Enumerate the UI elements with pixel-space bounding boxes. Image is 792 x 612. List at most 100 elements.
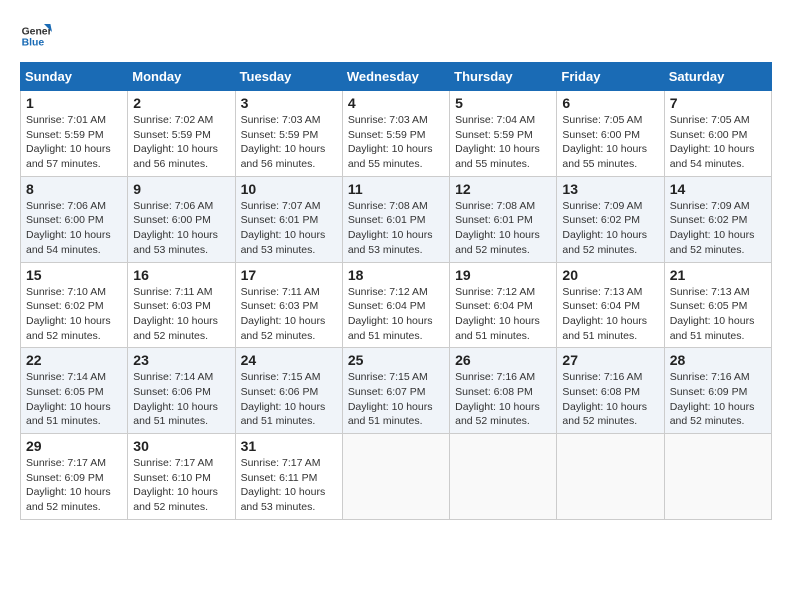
calendar-cell: 14Sunrise: 7:09 AM Sunset: 6:02 PM Dayli… (664, 176, 771, 262)
day-number: 6 (562, 95, 658, 111)
day-info: Sunrise: 7:12 AM Sunset: 6:04 PM Dayligh… (348, 285, 444, 344)
day-number: 12 (455, 181, 551, 197)
day-number: 16 (133, 267, 229, 283)
day-info: Sunrise: 7:05 AM Sunset: 6:00 PM Dayligh… (670, 113, 766, 172)
calendar-cell: 5 Sunrise: 7:04 AM Sunset: 5:59 PM Daylig… (450, 91, 557, 177)
day-number: 1 (26, 95, 122, 111)
weekday-header-saturday: Saturday (664, 63, 771, 91)
logo-icon: General Blue (20, 20, 52, 52)
day-number: 29 (26, 438, 122, 454)
day-number: 8 (26, 181, 122, 197)
calendar-cell: 11 Sunrise: 7:08 AM Sunset: 6:01 PM Dayli… (342, 176, 449, 262)
day-number: 19 (455, 267, 551, 283)
day-info: Sunrise: 7:06 AM Sunset: 6:00 PM Dayligh… (133, 199, 229, 258)
page-header: General Blue (20, 20, 772, 52)
calendar-cell: 1 Sunrise: 7:01 AM Sunset: 5:59 PM Daylig… (21, 91, 128, 177)
calendar-cell: 24Sunrise: 7:15 AM Sunset: 6:06 PM Dayli… (235, 348, 342, 434)
day-number: 10 (241, 181, 337, 197)
calendar-week-5: 29Sunrise: 7:17 AM Sunset: 6:09 PM Dayli… (21, 434, 772, 520)
day-number: 18 (348, 267, 444, 283)
day-number: 17 (241, 267, 337, 283)
calendar-cell (342, 434, 449, 520)
svg-text:Blue: Blue (22, 38, 45, 49)
day-info: Sunrise: 7:11 AM Sunset: 6:03 PM Dayligh… (241, 285, 337, 344)
calendar-cell (450, 434, 557, 520)
day-info: Sunrise: 7:08 AM Sunset: 6:01 PM Dayligh… (348, 199, 444, 258)
day-info: Sunrise: 7:15 AM Sunset: 6:07 PM Dayligh… (348, 370, 444, 429)
day-info: Sunrise: 7:12 AM Sunset: 6:04 PM Dayligh… (455, 285, 551, 344)
day-info: Sunrise: 7:11 AM Sunset: 6:03 PM Dayligh… (133, 285, 229, 344)
day-info: Sunrise: 7:04 AM Sunset: 5:59 PM Dayligh… (455, 113, 551, 172)
day-info: Sunrise: 7:16 AM Sunset: 6:09 PM Dayligh… (670, 370, 766, 429)
calendar-cell: 7 Sunrise: 7:05 AM Sunset: 6:00 PM Daylig… (664, 91, 771, 177)
calendar-cell: 13Sunrise: 7:09 AM Sunset: 6:02 PM Dayli… (557, 176, 664, 262)
day-number: 30 (133, 438, 229, 454)
day-info: Sunrise: 7:03 AM Sunset: 5:59 PM Dayligh… (241, 113, 337, 172)
calendar-week-3: 15Sunrise: 7:10 AM Sunset: 6:02 PM Dayli… (21, 262, 772, 348)
day-info: Sunrise: 7:07 AM Sunset: 6:01 PM Dayligh… (241, 199, 337, 258)
calendar-cell: 25 Sunrise: 7:15 AM Sunset: 6:07 PM Dayli… (342, 348, 449, 434)
day-info: Sunrise: 7:05 AM Sunset: 6:00 PM Dayligh… (562, 113, 658, 172)
day-info: Sunrise: 7:03 AM Sunset: 5:59 PM Dayligh… (348, 113, 444, 172)
calendar-cell: 3 Sunrise: 7:03 AM Sunset: 5:59 PM Daylig… (235, 91, 342, 177)
day-number: 25 (348, 352, 444, 368)
weekday-header-wednesday: Wednesday (342, 63, 449, 91)
day-number: 22 (26, 352, 122, 368)
day-info: Sunrise: 7:06 AM Sunset: 6:00 PM Dayligh… (26, 199, 122, 258)
day-number: 31 (241, 438, 337, 454)
day-info: Sunrise: 7:15 AM Sunset: 6:06 PM Dayligh… (241, 370, 337, 429)
day-info: Sunrise: 7:14 AM Sunset: 6:05 PM Dayligh… (26, 370, 122, 429)
day-number: 11 (348, 181, 444, 197)
calendar-cell: 30 Sunrise: 7:17 AM Sunset: 6:10 PM Dayli… (128, 434, 235, 520)
day-info: Sunrise: 7:01 AM Sunset: 5:59 PM Dayligh… (26, 113, 122, 172)
calendar-week-2: 8 Sunrise: 7:06 AM Sunset: 6:00 PM Daylig… (21, 176, 772, 262)
calendar-header: SundayMondayTuesdayWednesdayThursdayFrid… (21, 63, 772, 91)
calendar-cell: 21 Sunrise: 7:13 AM Sunset: 6:05 PM Dayli… (664, 262, 771, 348)
calendar-cell: 2Sunrise: 7:02 AM Sunset: 5:59 PM Daylig… (128, 91, 235, 177)
weekday-header-row: SundayMondayTuesdayWednesdayThursdayFrid… (21, 63, 772, 91)
day-info: Sunrise: 7:08 AM Sunset: 6:01 PM Dayligh… (455, 199, 551, 258)
calendar-cell: 16 Sunrise: 7:11 AM Sunset: 6:03 PM Dayli… (128, 262, 235, 348)
calendar-cell: 27Sunrise: 7:16 AM Sunset: 6:08 PM Dayli… (557, 348, 664, 434)
day-number: 3 (241, 95, 337, 111)
day-number: 2 (133, 95, 229, 111)
day-info: Sunrise: 7:13 AM Sunset: 6:05 PM Dayligh… (670, 285, 766, 344)
calendar-cell: 6 Sunrise: 7:05 AM Sunset: 6:00 PM Daylig… (557, 91, 664, 177)
day-number: 23 (133, 352, 229, 368)
calendar-cell: 31 Sunrise: 7:17 AM Sunset: 6:11 PM Dayli… (235, 434, 342, 520)
day-number: 20 (562, 267, 658, 283)
calendar-cell: 28 Sunrise: 7:16 AM Sunset: 6:09 PM Dayli… (664, 348, 771, 434)
weekday-header-friday: Friday (557, 63, 664, 91)
logo: General Blue (20, 20, 52, 52)
calendar-cell (557, 434, 664, 520)
day-number: 14 (670, 181, 766, 197)
weekday-header-thursday: Thursday (450, 63, 557, 91)
day-number: 4 (348, 95, 444, 111)
svg-text:General: General (22, 26, 52, 37)
calendar-cell: 9Sunrise: 7:06 AM Sunset: 6:00 PM Daylig… (128, 176, 235, 262)
calendar-body: 1 Sunrise: 7:01 AM Sunset: 5:59 PM Daylig… (21, 91, 772, 520)
calendar-cell: 22 Sunrise: 7:14 AM Sunset: 6:05 PM Dayli… (21, 348, 128, 434)
calendar-cell: 26Sunrise: 7:16 AM Sunset: 6:08 PM Dayli… (450, 348, 557, 434)
day-info: Sunrise: 7:17 AM Sunset: 6:10 PM Dayligh… (133, 456, 229, 515)
calendar-week-1: 1 Sunrise: 7:01 AM Sunset: 5:59 PM Daylig… (21, 91, 772, 177)
day-info: Sunrise: 7:09 AM Sunset: 6:02 PM Dayligh… (562, 199, 658, 258)
weekday-header-tuesday: Tuesday (235, 63, 342, 91)
calendar-cell: 29Sunrise: 7:17 AM Sunset: 6:09 PM Dayli… (21, 434, 128, 520)
calendar-cell: 10 Sunrise: 7:07 AM Sunset: 6:01 PM Dayli… (235, 176, 342, 262)
calendar-week-4: 22 Sunrise: 7:14 AM Sunset: 6:05 PM Dayli… (21, 348, 772, 434)
day-info: Sunrise: 7:16 AM Sunset: 6:08 PM Dayligh… (455, 370, 551, 429)
day-info: Sunrise: 7:13 AM Sunset: 6:04 PM Dayligh… (562, 285, 658, 344)
day-info: Sunrise: 7:16 AM Sunset: 6:08 PM Dayligh… (562, 370, 658, 429)
day-info: Sunrise: 7:10 AM Sunset: 6:02 PM Dayligh… (26, 285, 122, 344)
calendar-cell (664, 434, 771, 520)
calendar-cell: 17 Sunrise: 7:11 AM Sunset: 6:03 PM Dayli… (235, 262, 342, 348)
calendar-cell: 4 Sunrise: 7:03 AM Sunset: 5:59 PM Daylig… (342, 91, 449, 177)
day-number: 5 (455, 95, 551, 111)
day-info: Sunrise: 7:17 AM Sunset: 6:11 PM Dayligh… (241, 456, 337, 515)
day-number: 28 (670, 352, 766, 368)
weekday-header-sunday: Sunday (21, 63, 128, 91)
calendar-cell: 19 Sunrise: 7:12 AM Sunset: 6:04 PM Dayli… (450, 262, 557, 348)
day-number: 21 (670, 267, 766, 283)
day-number: 7 (670, 95, 766, 111)
